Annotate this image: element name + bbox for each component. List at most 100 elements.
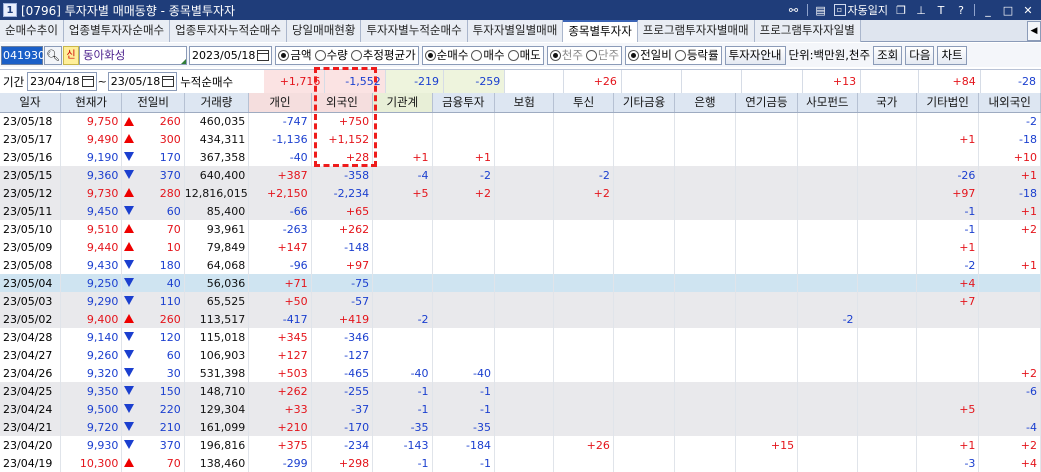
- tab-3[interactable]: 당일매매현황: [286, 20, 362, 42]
- table-row[interactable]: 23/05/17 9,490 300 434,311 -1,136 +1,152 +1 -18: [0, 130, 1041, 148]
- column-header[interactable]: 기관계: [372, 93, 433, 113]
- table-cell: [372, 292, 433, 310]
- trade-type-radio-2[interactable]: 매도: [507, 47, 541, 63]
- column-header[interactable]: 외국인: [311, 93, 374, 113]
- table-row[interactable]: 23/04/27 9,260 60 106,903 +127 -127: [0, 346, 1041, 364]
- column-header[interactable]: 개인: [248, 93, 312, 113]
- value-type-radio-0[interactable]: 금액: [278, 47, 312, 63]
- value-type-radio-1[interactable]: 수량: [314, 47, 348, 63]
- stock-name-field[interactable]: 동아화성: [79, 45, 187, 65]
- table-row[interactable]: 23/05/09 9,440 10 79,849 +147 -148 +1: [0, 238, 1041, 256]
- table-cell: [494, 130, 555, 148]
- column-header[interactable]: 투신: [553, 93, 614, 113]
- link-icon[interactable]: ⚯: [787, 4, 801, 17]
- table-row[interactable]: 23/04/24 9,500 220 129,304 +33 -37 -1 -1 +5: [0, 400, 1041, 418]
- table-row[interactable]: 23/05/02 9,400 260 113,517 -417 +419 -2 -2: [0, 310, 1041, 328]
- tab-0[interactable]: 순매수추이: [0, 20, 64, 42]
- table-cell: +97: [311, 256, 374, 274]
- table-row[interactable]: 23/05/11 9,450 60 85,400 -66 +65 -1 +1: [0, 202, 1041, 220]
- table-row[interactable]: 23/05/12 9,730 280 12,816,015 +2,150 -2,234 +5…: [0, 184, 1041, 202]
- table-row[interactable]: 23/04/28 9,140 120 115,018 +345 -346: [0, 328, 1041, 346]
- table-row[interactable]: 23/05/18 9,750 260 460,035 -747 +750 -2: [0, 112, 1041, 130]
- table-cell: [797, 238, 858, 256]
- table-row[interactable]: 23/04/26 9,320 30 531,398 +503 -465 -40 -40 +2: [0, 364, 1041, 382]
- trade-type-radio-0[interactable]: 순매수: [424, 47, 468, 63]
- table-cell: [553, 364, 614, 382]
- tab-2[interactable]: 업종투자자누적순매수: [170, 20, 287, 42]
- tab-4[interactable]: 투자자별누적순매수: [361, 20, 468, 42]
- table-row[interactable]: 23/05/16 9,190 170 367,358 -40 +28 +1 +1 +10: [0, 148, 1041, 166]
- table-cell: -40: [372, 364, 433, 382]
- table-cell: [432, 112, 495, 130]
- compare-type-radio-1[interactable]: 등락률: [674, 47, 719, 63]
- table-row[interactable]: 23/04/21 9,720 210 161,099 +210 -170 -35 -35 -4: [0, 418, 1041, 436]
- column-header[interactable]: 기타법인: [916, 93, 980, 113]
- column-header[interactable]: 국가: [857, 93, 917, 113]
- title-separator: [806, 4, 808, 16]
- calendar-icon[interactable]: [81, 76, 94, 87]
- text-icon[interactable]: T: [934, 4, 948, 17]
- change-value: 210: [159, 420, 181, 434]
- maximize-icon[interactable]: □: [1001, 4, 1015, 17]
- trade-type-radio-1[interactable]: 매수: [471, 47, 505, 63]
- column-header[interactable]: 현재가: [60, 93, 123, 113]
- value-type-radio-2[interactable]: 추정평균가: [350, 47, 416, 63]
- table-cell: 10,300: [60, 454, 123, 472]
- table-cell: -2: [978, 112, 1041, 130]
- table-cell: -4: [978, 418, 1041, 436]
- table-row[interactable]: 23/05/08 9,430 180 64,068 -96 +97 -2 +1: [0, 256, 1041, 274]
- table-row[interactable]: 23/04/25 9,350 150 148,710 +262 -255 -1 -1 -6: [0, 382, 1041, 400]
- menu-icon[interactable]: ▤: [814, 4, 828, 17]
- investor-guide-button[interactable]: 투자자안내: [724, 45, 786, 65]
- column-header[interactable]: 기타금융: [613, 93, 676, 113]
- table-cell: -148: [311, 238, 374, 256]
- table-cell: [857, 112, 917, 130]
- column-header[interactable]: 전일비: [121, 93, 185, 113]
- change-value: 60: [166, 204, 181, 218]
- next-button[interactable]: 다음: [905, 45, 935, 65]
- pin-icon[interactable]: ⊥: [914, 4, 928, 17]
- table-cell: [432, 292, 495, 310]
- table-row[interactable]: 23/05/03 9,290 110 65,525 +50 -57 +7: [0, 292, 1041, 310]
- column-header[interactable]: 일자: [0, 93, 61, 113]
- table-row[interactable]: 23/05/10 9,510 70 93,961 -263 +262 -1 +2: [0, 220, 1041, 238]
- chart-button[interactable]: 차트: [937, 45, 967, 65]
- period-to-input[interactable]: 23/05/18: [107, 72, 178, 91]
- tab-8[interactable]: 프로그램투자자일별: [754, 20, 861, 42]
- column-header[interactable]: 보험: [494, 93, 555, 113]
- column-header[interactable]: 은행: [674, 93, 736, 113]
- tab-7[interactable]: 프로그램투자자별매매: [637, 20, 755, 42]
- query-button[interactable]: 조회: [873, 45, 903, 65]
- auto-journal-toggle[interactable]: ▫ 자동일지: [833, 2, 888, 18]
- unit-label: 단위:백만원,천주: [788, 48, 871, 62]
- tab-5[interactable]: 투자자별일별매매: [467, 20, 564, 42]
- table-cell: -2,234: [311, 184, 374, 202]
- table-row[interactable]: 23/04/19 10,300 70 138,460 -299 +298 -1 -1 -3 +4: [0, 454, 1041, 472]
- stock-code-input[interactable]: 041930: [1, 45, 45, 65]
- table-row[interactable]: 23/05/15 9,360 370 640,400 +387 -358 -4 -2 -2 -26…: [0, 166, 1041, 184]
- compare-type-radio-0[interactable]: 전일비: [628, 47, 672, 63]
- column-header[interactable]: 사모펀드: [797, 93, 858, 113]
- column-header[interactable]: 연기금등: [735, 93, 799, 113]
- unit-type-radio-1[interactable]: 단주: [585, 47, 619, 63]
- tab-1[interactable]: 업종별투자자순매수: [63, 20, 171, 42]
- tab-scroll-left-icon[interactable]: ◀: [1027, 21, 1041, 41]
- table-row[interactable]: 23/05/04 9,250 40 56,036 +71 -75 +4: [0, 274, 1041, 292]
- calendar-icon[interactable]: [162, 76, 175, 87]
- restore-icon[interactable]: ❐: [894, 4, 908, 17]
- table-cell: 9,490: [60, 130, 123, 148]
- calendar-icon[interactable]: [257, 49, 270, 61]
- close-icon[interactable]: ✕: [1021, 4, 1035, 17]
- column-header[interactable]: 금융투자: [432, 93, 495, 113]
- query-date-input[interactable]: 2023/05/18: [189, 45, 273, 65]
- help-icon[interactable]: ?: [954, 4, 968, 17]
- column-header[interactable]: 내외국인: [978, 93, 1041, 113]
- unit-type-radio-0[interactable]: 천주: [549, 47, 583, 63]
- column-header[interactable]: 거래량: [184, 93, 250, 113]
- search-icon[interactable]: 🔍︎: [44, 45, 62, 65]
- table-row[interactable]: 23/04/20 9,930 370 196,816 +375 -234 -143 -184 +…: [0, 436, 1041, 454]
- period-from-input[interactable]: 23/04/18: [27, 72, 97, 91]
- tab-6[interactable]: 종목별투자자: [563, 20, 638, 42]
- minimize-icon[interactable]: _: [981, 4, 995, 17]
- down-triangle-icon: [124, 386, 135, 395]
